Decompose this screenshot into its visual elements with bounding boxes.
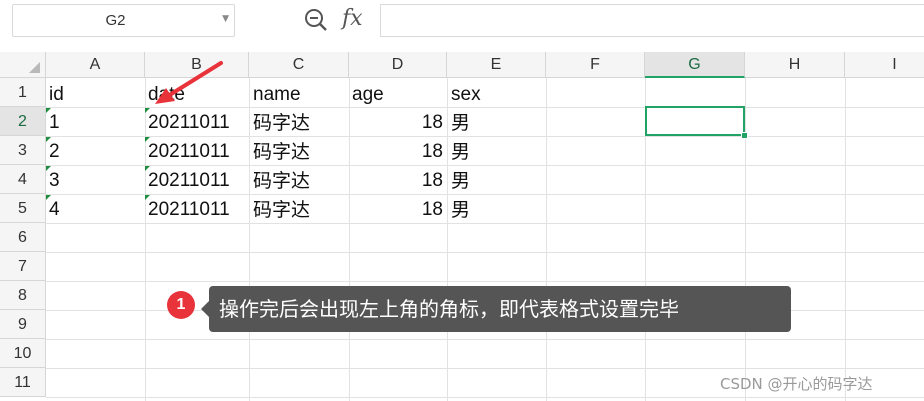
- cell-b2[interactable]: 20211011: [148, 108, 230, 137]
- row-header-5[interactable]: 5: [0, 194, 46, 223]
- cell-e4[interactable]: 男: [451, 166, 470, 195]
- cell-b3[interactable]: 20211011: [148, 137, 230, 166]
- cell-e3[interactable]: 男: [451, 137, 470, 166]
- chevron-down-icon[interactable]: ▼: [222, 14, 229, 24]
- gridline: [546, 78, 547, 401]
- cell-c1[interactable]: name: [253, 80, 301, 109]
- cell-b5[interactable]: 20211011: [148, 195, 230, 224]
- zoom-search-icon[interactable]: [303, 7, 329, 33]
- gridline: [46, 397, 924, 398]
- cell-a1[interactable]: id: [49, 80, 64, 109]
- row-header-9[interactable]: 9: [0, 310, 46, 339]
- cell-c4[interactable]: 码字达: [253, 166, 310, 195]
- gridline: [46, 252, 924, 253]
- fill-handle[interactable]: [741, 132, 748, 139]
- cell-e5[interactable]: 男: [451, 195, 470, 224]
- select-all-corner[interactable]: [0, 52, 46, 78]
- name-box-value: G2: [105, 12, 126, 29]
- column-header-i[interactable]: I: [845, 52, 924, 78]
- cell-c3[interactable]: 码字达: [253, 137, 310, 166]
- fx-function-icon[interactable]: fx: [342, 4, 363, 34]
- gridline: [745, 78, 746, 401]
- name-box[interactable]: G2 ▼: [12, 4, 235, 37]
- gridline: [46, 281, 924, 282]
- column-header-f[interactable]: F: [546, 52, 645, 78]
- gridline: [845, 78, 846, 401]
- step-badge: 1: [167, 291, 195, 319]
- row-header-10[interactable]: 10: [0, 339, 46, 368]
- row-header-8[interactable]: 8: [0, 281, 46, 310]
- spreadsheet-window: G2 ▼ fx A B C D E F G H I 1 2 3 4 5 6 7 …: [0, 0, 924, 401]
- annotation-text: 操作完后会出现左上角的角标，即代表格式设置完毕: [219, 297, 679, 321]
- gridline: [447, 78, 448, 401]
- column-header-e[interactable]: E: [447, 52, 546, 78]
- cell-d3[interactable]: 18: [349, 137, 443, 166]
- cell-d2[interactable]: 18: [349, 108, 443, 137]
- active-cell-g2[interactable]: [645, 106, 745, 136]
- cell-d5[interactable]: 18: [349, 195, 443, 224]
- column-header-h[interactable]: H: [745, 52, 845, 78]
- cell-a2[interactable]: 1: [49, 108, 60, 137]
- cell-d1[interactable]: age: [352, 80, 384, 109]
- column-header-a[interactable]: A: [46, 52, 145, 78]
- row-header-4[interactable]: 4: [0, 165, 46, 194]
- row-header-6[interactable]: 6: [0, 223, 46, 252]
- cell-b1[interactable]: date: [148, 80, 185, 109]
- column-header-g[interactable]: G: [645, 52, 745, 78]
- gridline: [46, 339, 924, 340]
- column-header-c[interactable]: C: [249, 52, 349, 78]
- row-header-2[interactable]: 2: [0, 107, 46, 136]
- cell-a4[interactable]: 3: [49, 166, 60, 195]
- row-header-7[interactable]: 7: [0, 252, 46, 281]
- cell-e1[interactable]: sex: [451, 80, 481, 109]
- tooltip-pointer: [201, 301, 209, 317]
- cell-b4[interactable]: 20211011: [148, 166, 230, 195]
- cell-d4[interactable]: 18: [349, 166, 443, 195]
- gridline: [46, 368, 924, 369]
- watermark: CSDN @开心的码字达: [720, 375, 873, 393]
- formula-bar: G2 ▼ fx: [0, 0, 924, 48]
- cell-a5[interactable]: 4: [49, 195, 60, 224]
- cell-e2[interactable]: 男: [451, 108, 470, 137]
- column-header-b[interactable]: B: [145, 52, 249, 78]
- row-header-11[interactable]: 11: [0, 368, 46, 397]
- cell-c5[interactable]: 码字达: [253, 195, 310, 224]
- cell-c2[interactable]: 码字达: [253, 108, 310, 137]
- cell-a3[interactable]: 2: [49, 137, 60, 166]
- row-header-1[interactable]: 1: [0, 78, 46, 107]
- gridline: [145, 78, 146, 401]
- gridline: [249, 78, 250, 401]
- column-header-d[interactable]: D: [349, 52, 447, 78]
- formula-input[interactable]: [380, 4, 924, 37]
- row-header-3[interactable]: 3: [0, 136, 46, 165]
